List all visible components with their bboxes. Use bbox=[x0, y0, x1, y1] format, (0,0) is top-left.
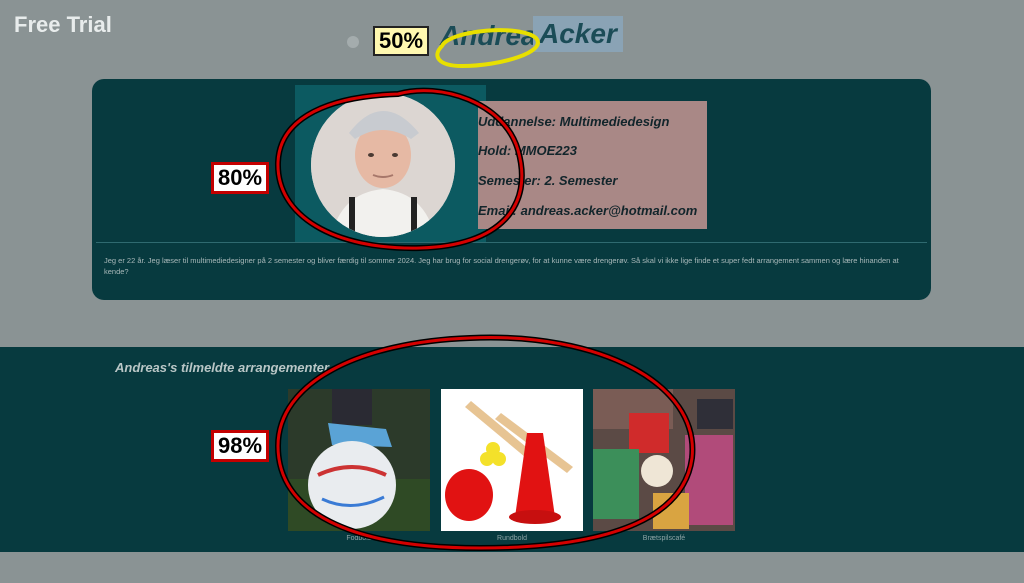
divider bbox=[96, 242, 927, 243]
boardgames-image bbox=[593, 389, 735, 531]
profile-info-box: Uddannelse: Multimediedesign Hold: MMOE2… bbox=[478, 101, 707, 229]
football-image bbox=[288, 389, 430, 531]
event-tile-boardgames[interactable] bbox=[593, 389, 735, 531]
class-text: Hold: MMOE223 bbox=[478, 143, 577, 158]
semester-text: Semester: 2. Semester bbox=[478, 173, 618, 188]
free-trial-watermark: Free Trial bbox=[14, 12, 112, 37]
events-title: Andreas's tilmeldte arrangementer bbox=[115, 360, 330, 375]
name-confidence-badge: 50% bbox=[373, 26, 430, 56]
event-tile-football[interactable] bbox=[288, 389, 430, 531]
event-caption-rounders: Rundbold bbox=[497, 535, 527, 542]
avatar-confidence-badge: 80% bbox=[211, 162, 270, 194]
events-confidence-badge: 98% bbox=[211, 430, 270, 462]
education-text: Uddannelse: Multimediedesign bbox=[478, 114, 670, 129]
avatar[interactable] bbox=[311, 93, 455, 237]
event-tile-rounders[interactable] bbox=[441, 389, 583, 531]
bio-text: Jeg er 22 år. Jeg læser til multimediede… bbox=[104, 256, 899, 276]
email-text: Email: andreas.acker@hotmail.com bbox=[478, 203, 698, 218]
status-dot bbox=[347, 36, 359, 48]
person-photo bbox=[311, 93, 455, 237]
last-name: Acker bbox=[533, 16, 623, 52]
event-caption-football: Fodbold bbox=[346, 535, 372, 542]
events-section: Andreas's tilmeldte arrangementer Fodbol… bbox=[0, 347, 1024, 552]
rounders-image bbox=[441, 389, 583, 531]
event-caption-boardgames: Brætspilscafé bbox=[642, 535, 686, 542]
footer-strip bbox=[0, 552, 1024, 583]
